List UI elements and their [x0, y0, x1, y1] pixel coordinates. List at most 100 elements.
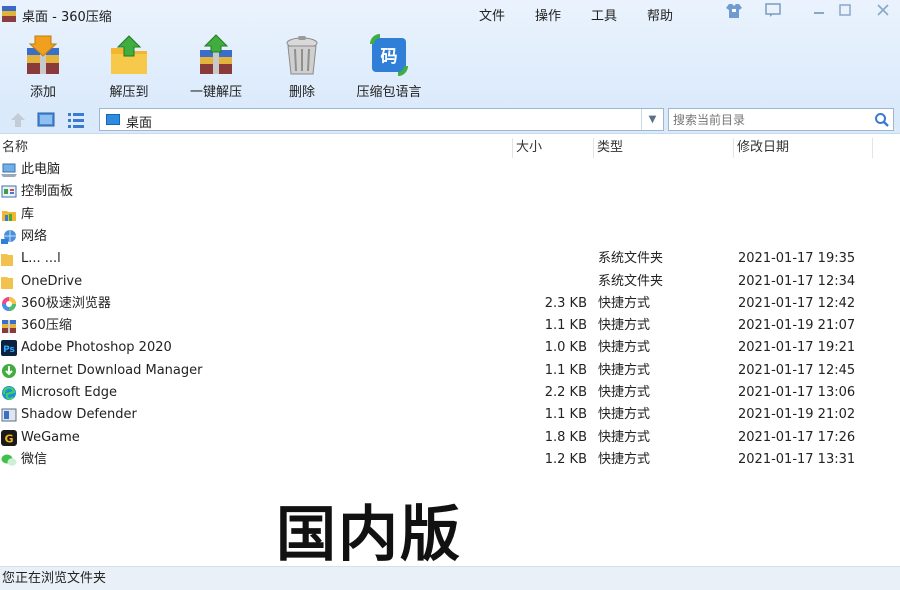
- status-text: 您正在浏览文件夹: [2, 571, 107, 586]
- file-type: 快捷方式: [598, 407, 651, 423]
- up-level-icon[interactable]: [8, 110, 28, 130]
- file-name: 库: [21, 206, 35, 222]
- file-row[interactable]: 微信 1.2 KB 快捷方式 2021-01-17 13:31: [0, 449, 900, 471]
- file-type: 快捷方式: [598, 295, 651, 311]
- file-name: Internet Download Manager: [21, 362, 203, 378]
- file-type: 快捷方式: [598, 385, 651, 400]
- address-bar-row: 桌面 ▼: [0, 106, 900, 134]
- file-name: Microsoft Edge: [21, 385, 118, 400]
- chevron-down-icon[interactable]: ▼: [641, 109, 663, 130]
- file-date: 2021-01-17 19:21: [738, 340, 856, 356]
- address-path: 桌面: [126, 116, 153, 131]
- file-size: 2.2 KB: [544, 385, 587, 400]
- file-size: 1.1 KB: [544, 362, 587, 378]
- archive-language-button[interactable]: 码 压缩包语言: [349, 32, 429, 100]
- column-header-name[interactable]: 名称: [2, 137, 28, 159]
- extract-folder-icon: [109, 34, 149, 76]
- feedback-icon[interactable]: [762, 3, 784, 23]
- file-row[interactable]: 360压缩 1.1 KB 快捷方式 2021-01-19 21:07: [0, 315, 900, 337]
- list-view-icon[interactable]: [66, 110, 86, 130]
- svg-text:Ps: Ps: [3, 345, 15, 355]
- file-date: 2021-01-17 17:26: [738, 429, 856, 445]
- 360-browser-icon: [1, 296, 17, 312]
- menu-help[interactable]: 帮助: [647, 5, 673, 24]
- skin-icon[interactable]: [723, 3, 745, 23]
- file-row[interactable]: 控制面板: [0, 181, 900, 203]
- edge-icon: [1, 385, 17, 401]
- file-row[interactable]: 此电脑: [0, 159, 900, 181]
- column-divider: [512, 138, 513, 158]
- file-size: 1.1 KB: [544, 318, 587, 334]
- column-divider: [733, 138, 734, 158]
- file-type: 快捷方式: [598, 362, 651, 378]
- file-date: 2021-01-19 21:02: [738, 407, 856, 423]
- file-date: 2021-01-17 12:42: [738, 295, 856, 311]
- computer-icon: [1, 162, 17, 178]
- wegame-icon: G: [1, 429, 17, 446]
- column-header-size[interactable]: 大小: [516, 137, 542, 159]
- file-row[interactable]: Ps Adobe Photoshop 2020 1.0 KB 快捷方式 2021-01-…: [0, 337, 900, 359]
- close-icon[interactable]: [872, 3, 894, 23]
- file-date: 2021-01-17 13:06: [738, 385, 856, 400]
- add-button[interactable]: 添加: [3, 32, 83, 100]
- file-type: 快捷方式: [598, 429, 651, 445]
- file-row[interactable]: 网络: [0, 226, 900, 248]
- status-bar: 您正在浏览文件夹: [0, 566, 900, 590]
- delete-button[interactable]: 删除: [262, 32, 342, 100]
- delete-label: 删除: [288, 85, 315, 100]
- file-size: 1.1 KB: [544, 407, 587, 423]
- network-icon: [1, 229, 17, 245]
- file-row[interactable]: Internet Download Manager 1.1 KB 快捷方式 2021-…: [0, 360, 900, 382]
- file-row[interactable]: OneDrive 系统文件夹 2021-01-17 12:34: [0, 271, 900, 293]
- file-row[interactable]: 360极速浏览器 2.3 KB 快捷方式 2021-01-17 12:42: [0, 293, 900, 315]
- file-row[interactable]: L... ...l 系统文件夹 2021-01-17 19:35: [0, 248, 900, 270]
- search-box[interactable]: [668, 108, 894, 131]
- one-click-extract-button[interactable]: 一键解压: [176, 32, 256, 100]
- thumbnail-view-icon[interactable]: [36, 110, 56, 130]
- column-header-date[interactable]: 修改日期: [737, 137, 789, 159]
- file-type: 系统文件夹: [598, 251, 664, 267]
- maximize-icon[interactable]: [834, 3, 856, 23]
- minimize-icon[interactable]: [808, 3, 830, 23]
- file-date: 2021-01-17 12:45: [738, 362, 856, 378]
- menu-tools[interactable]: 工具: [591, 5, 617, 24]
- 360-zip-app-icon: [2, 6, 16, 22]
- photoshop-icon: Ps: [1, 340, 17, 357]
- wechat-icon: [1, 452, 17, 468]
- column-divider: [593, 138, 594, 158]
- extract-to-button[interactable]: 解压到: [89, 32, 169, 100]
- title-bar: 桌面 - 360压缩 文件 操作 工具 帮助: [0, 0, 900, 28]
- file-type: 快捷方式: [598, 451, 651, 467]
- file-size: 2.3 KB: [544, 295, 587, 311]
- folder-icon: [1, 274, 17, 290]
- file-row[interactable]: Shadow Defender 1.1 KB 快捷方式 2021-01-19 21:0…: [0, 404, 900, 426]
- library-icon: [1, 207, 17, 223]
- file-row[interactable]: Microsoft Edge 2.2 KB 快捷方式 2021-01-17 13:06: [0, 382, 900, 404]
- idm-icon: [1, 363, 17, 379]
- file-size: 1.2 KB: [544, 451, 587, 467]
- file-row[interactable]: G WeGame 1.8 KB 快捷方式 2021-01-17 17:26: [0, 427, 900, 449]
- search-input[interactable]: [673, 111, 868, 129]
- file-name: Shadow Defender: [21, 407, 137, 423]
- folder-icon: [1, 251, 17, 267]
- column-header-type[interactable]: 类型: [597, 137, 623, 159]
- menu-operation[interactable]: 操作: [535, 5, 561, 24]
- menu-file[interactable]: 文件: [479, 5, 505, 24]
- address-field[interactable]: 桌面 ▼: [99, 108, 664, 131]
- file-date: 2021-01-17 19:35: [738, 251, 856, 267]
- search-icon[interactable]: [873, 111, 891, 129]
- file-type: 快捷方式: [598, 318, 651, 334]
- window-title: 桌面 - 360压缩: [22, 10, 112, 25]
- file-name: 此电脑: [21, 162, 61, 177]
- file-type: 系统文件夹: [598, 273, 664, 289]
- title-and-toolbar-area: 桌面 - 360压缩 文件 操作 工具 帮助 添加 解压到 一键解压 删除 码 …: [0, 0, 900, 106]
- add-label: 添加: [29, 85, 56, 100]
- file-name: L... ...l: [21, 251, 61, 267]
- file-row[interactable]: 库: [0, 204, 900, 226]
- one-click-extract-icon: [196, 34, 236, 76]
- archive-language-icon: 码: [369, 34, 409, 76]
- desktop-icon: [106, 114, 120, 125]
- file-name: 微信: [21, 451, 48, 467]
- 360-zip-icon: [1, 318, 17, 334]
- archive-language-badge: 码: [381, 47, 398, 67]
